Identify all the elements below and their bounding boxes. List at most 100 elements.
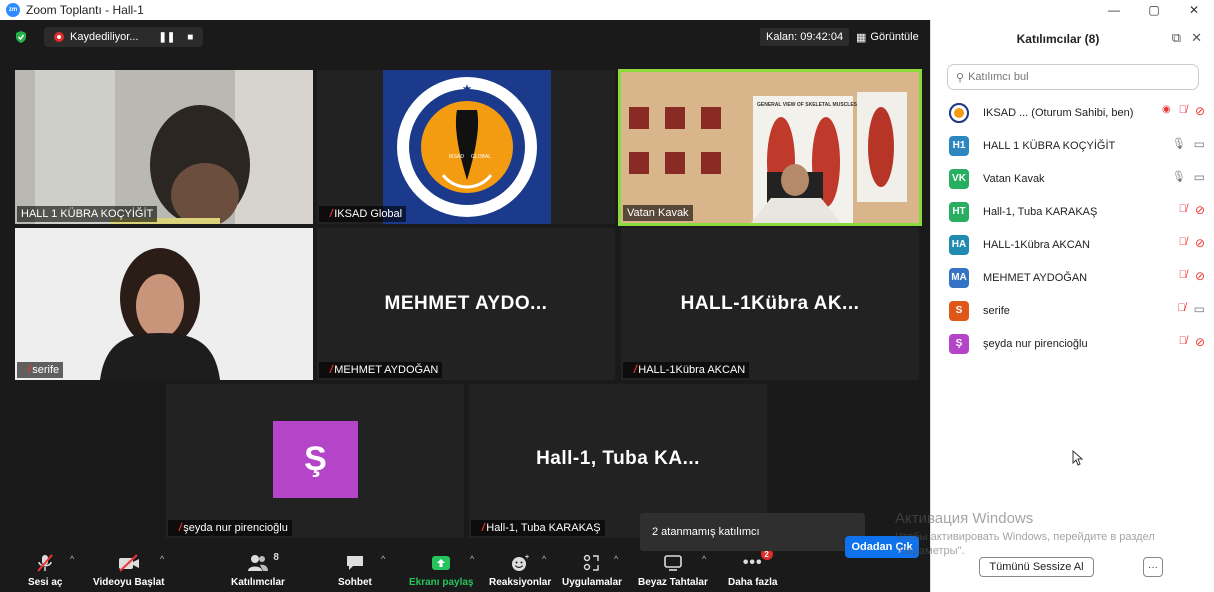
chat-button[interactable]: Sohbet (338, 544, 372, 590)
video-options-chevron-icon[interactable]: ^ (160, 554, 164, 564)
camera-icon[interactable]: ▭ (1194, 302, 1205, 316)
participant-search[interactable]: ⚲ (947, 64, 1199, 90)
mute-all-button[interactable]: Tümünü Sessize Al (979, 557, 1094, 577)
video-tile-vatan-kavak[interactable]: GENERAL VIEW OF SKELETAL MUSCLES Vatan K… (618, 69, 922, 226)
muted-mic-icon[interactable]: 🎙̸ (1179, 335, 1187, 349)
participant-row[interactable]: HA HALL-1Kübra AKCAN 🎙̸ ⊘ (949, 228, 1205, 261)
participant-row[interactable]: H1 HALL 1 KÜBRA KOÇYİĞİT 🎙 ▭ (949, 129, 1205, 162)
meeting-area: Kaydediliyor... ❚❚ ■ Kalan: 09:42:04 ▦ G… (0, 20, 930, 592)
tile-name-label: 🎙̸ IKSAD Global (319, 206, 407, 222)
video-tile-kubra-akcan[interactable]: HALL-1Kübra AK... 🎙̸ HALL-1Kübra AKCAN (621, 228, 919, 380)
camera-off-icon[interactable]: ⊘ (1195, 104, 1205, 118)
muted-mic-icon[interactable]: 🎙̸ (1177, 302, 1185, 316)
participant-status-icons: 🎙̸ ⊘ (1161, 203, 1205, 217)
audio-options-chevron-icon[interactable]: ^ (70, 554, 74, 564)
svg-text:+: + (525, 554, 529, 561)
panel-more-button[interactable]: ··· (1143, 557, 1163, 577)
share-screen-button[interactable]: Ekranı paylaş (409, 544, 473, 590)
muted-mic-icon[interactable]: 🎙̸ (1179, 236, 1187, 250)
participants-button[interactable]: 8 Katılımcılar (231, 544, 285, 590)
camera-off-icon[interactable]: ⊘ (1195, 236, 1205, 250)
window-controls: — ▢ ✕ (1094, 0, 1214, 20)
share-screen-icon (431, 552, 451, 574)
chat-options-chevron-icon[interactable]: ^ (381, 554, 385, 564)
participant-row[interactable]: VK Vatan Kavak 🎙 ▭ (949, 162, 1205, 195)
participants-icon: 8 (247, 552, 279, 574)
unmute-button[interactable]: Sesi aç (28, 544, 62, 590)
video-tile-mehmet-aydogan[interactable]: MEHMET AYDO... 🎙̸ MEHMET AYDOĞAN (317, 228, 615, 380)
stop-recording-button[interactable]: ■ (187, 32, 193, 43)
share-screen-label: Ekranı paylaş (409, 576, 474, 588)
participant-row[interactable]: IKSAD ... (Oturum Sahibi, ben) ◉ 🎙̸ ⊘ (949, 96, 1205, 129)
camera-off-icon[interactable]: ⊘ (1195, 335, 1205, 349)
video-tile-serife[interactable]: 🎙̸ serife (15, 228, 313, 380)
participant-video-image (15, 70, 313, 224)
start-video-label: Videoyu Başlat (93, 576, 165, 588)
participant-status-icons: 🎙̸ ⊘ (1161, 236, 1205, 250)
avatar: HT (949, 201, 969, 222)
title-bar: zm Zoom Toplantı - Hall-1 — ▢ ✕ (0, 0, 1214, 20)
grid-icon: ▦ (856, 31, 867, 44)
participant-display-name: HALL-1Kübra AK... (680, 293, 860, 314)
share-options-chevron-icon[interactable]: ^ (470, 554, 474, 564)
apps-button[interactable]: Uygulamalar (562, 544, 622, 590)
apps-label: Uygulamalar (562, 576, 623, 588)
muted-mic-icon[interactable]: 🎙̸ (1179, 203, 1187, 217)
participant-status-icons: 🎙 ▭ (1161, 170, 1205, 184)
zoom-app: zm Zoom Toplantı - Hall-1 — ▢ ✕ Kaydedil… (0, 0, 1214, 592)
close-panel-icon[interactable]: ✕ (1191, 30, 1202, 46)
video-tile-iksad[interactable]: ★ İKSAD GLOBAL 🎙̸ IKSAD Global (317, 70, 615, 224)
watermark-text: Чтобы активировать Windows, перейдите в … (895, 531, 1155, 557)
close-button[interactable]: ✕ (1174, 0, 1214, 20)
participant-row[interactable]: Şşeyda nur pirencioğlu 🎙̸ ⊘ (949, 327, 1205, 360)
mouse-cursor-icon (1072, 450, 1084, 466)
participant-name: HALL-1Kübra AKCAN (983, 238, 1090, 251)
participants-count: 8 (273, 552, 279, 563)
muted-mic-icon[interactable]: 🎙̸ (1179, 104, 1187, 118)
meeting-top-bar: Kaydediliyor... ❚❚ ■ Kalan: 09:42:04 ▦ G… (0, 20, 930, 54)
participant-row[interactable]: Sserife 🎙̸ ▭ (949, 294, 1205, 327)
zoom-logo-icon: zm (6, 3, 20, 17)
recording-dot-icon (54, 32, 64, 42)
participants-panel: Katılımcılar (8) ⧉ ✕ ⚲ IKSAD ... (Oturum… (930, 20, 1214, 592)
reactions-options-chevron-icon[interactable]: ^ (542, 554, 546, 564)
more-label: Daha fazla (728, 576, 778, 588)
search-input[interactable] (968, 71, 1169, 83)
pop-out-icon[interactable]: ⧉ (1172, 30, 1181, 46)
participant-status-icons: 🎙̸ ⊘ (1161, 269, 1205, 283)
whiteboards-options-chevron-icon[interactable]: ^ (702, 554, 706, 564)
tile-name-label: HALL 1 KÜBRA KOÇYİĞİT (17, 206, 158, 222)
camera-off-icon[interactable]: ⊘ (1195, 203, 1205, 217)
recording-icon: ◉ (1161, 104, 1171, 115)
view-button[interactable]: ▦ Görüntüle (850, 28, 925, 46)
muted-mic-icon: 🎙̸ (627, 364, 636, 376)
participant-row[interactable]: MA MEHMET AYDOĞAN 🎙̸ ⊘ (949, 261, 1205, 294)
participant-name: HALL 1 KÜBRA KOÇYİĞİT (983, 139, 1116, 152)
muted-mic-icon[interactable]: 🎙̸ (1179, 269, 1187, 283)
mic-icon[interactable]: 🎙 (1172, 170, 1186, 184)
apps-options-chevron-icon[interactable]: ^ (614, 554, 618, 564)
participant-status-icons: ◉ 🎙̸ ⊘ (1145, 104, 1205, 118)
svg-text:İKSAD: İKSAD (449, 153, 464, 160)
video-tile-seyda[interactable]: Ş 🎙̸ şeyda nur pirencioğlu (166, 384, 464, 538)
participant-row[interactable]: HT Hall-1, Tuba KARAKAŞ 🎙̸ ⊘ (949, 195, 1205, 228)
minimize-button[interactable]: — (1094, 0, 1134, 20)
camera-icon[interactable]: ▭ (1194, 170, 1205, 184)
avatar (949, 102, 969, 123)
avatar: VK (949, 168, 969, 189)
panel-controls: ⧉ ✕ (1172, 30, 1202, 46)
maximize-button[interactable]: ▢ (1134, 0, 1174, 20)
avatar: Ş (949, 333, 969, 354)
participant-status-icons: 🎙 ▭ (1161, 137, 1205, 151)
reactions-button[interactable]: + Reaksiyonlar (489, 544, 551, 590)
camera-icon[interactable]: ▭ (1194, 137, 1205, 151)
participant-name: Hall-1, Tuba KARAKAŞ (983, 205, 1098, 218)
security-shield-icon[interactable] (14, 30, 28, 44)
video-tile-hall1-kubra[interactable]: HALL 1 KÜBRA KOÇYİĞİT (15, 70, 313, 224)
participant-name: Vatan Kavak (983, 172, 1045, 185)
pause-recording-button[interactable]: ❚❚ (158, 32, 175, 43)
start-video-button[interactable]: Videoyu Başlat (93, 544, 165, 590)
mic-icon[interactable]: 🎙 (1172, 137, 1186, 151)
camera-off-icon[interactable]: ⊘ (1195, 269, 1205, 283)
whiteboards-label: Beyaz Tahtalar (638, 576, 708, 588)
